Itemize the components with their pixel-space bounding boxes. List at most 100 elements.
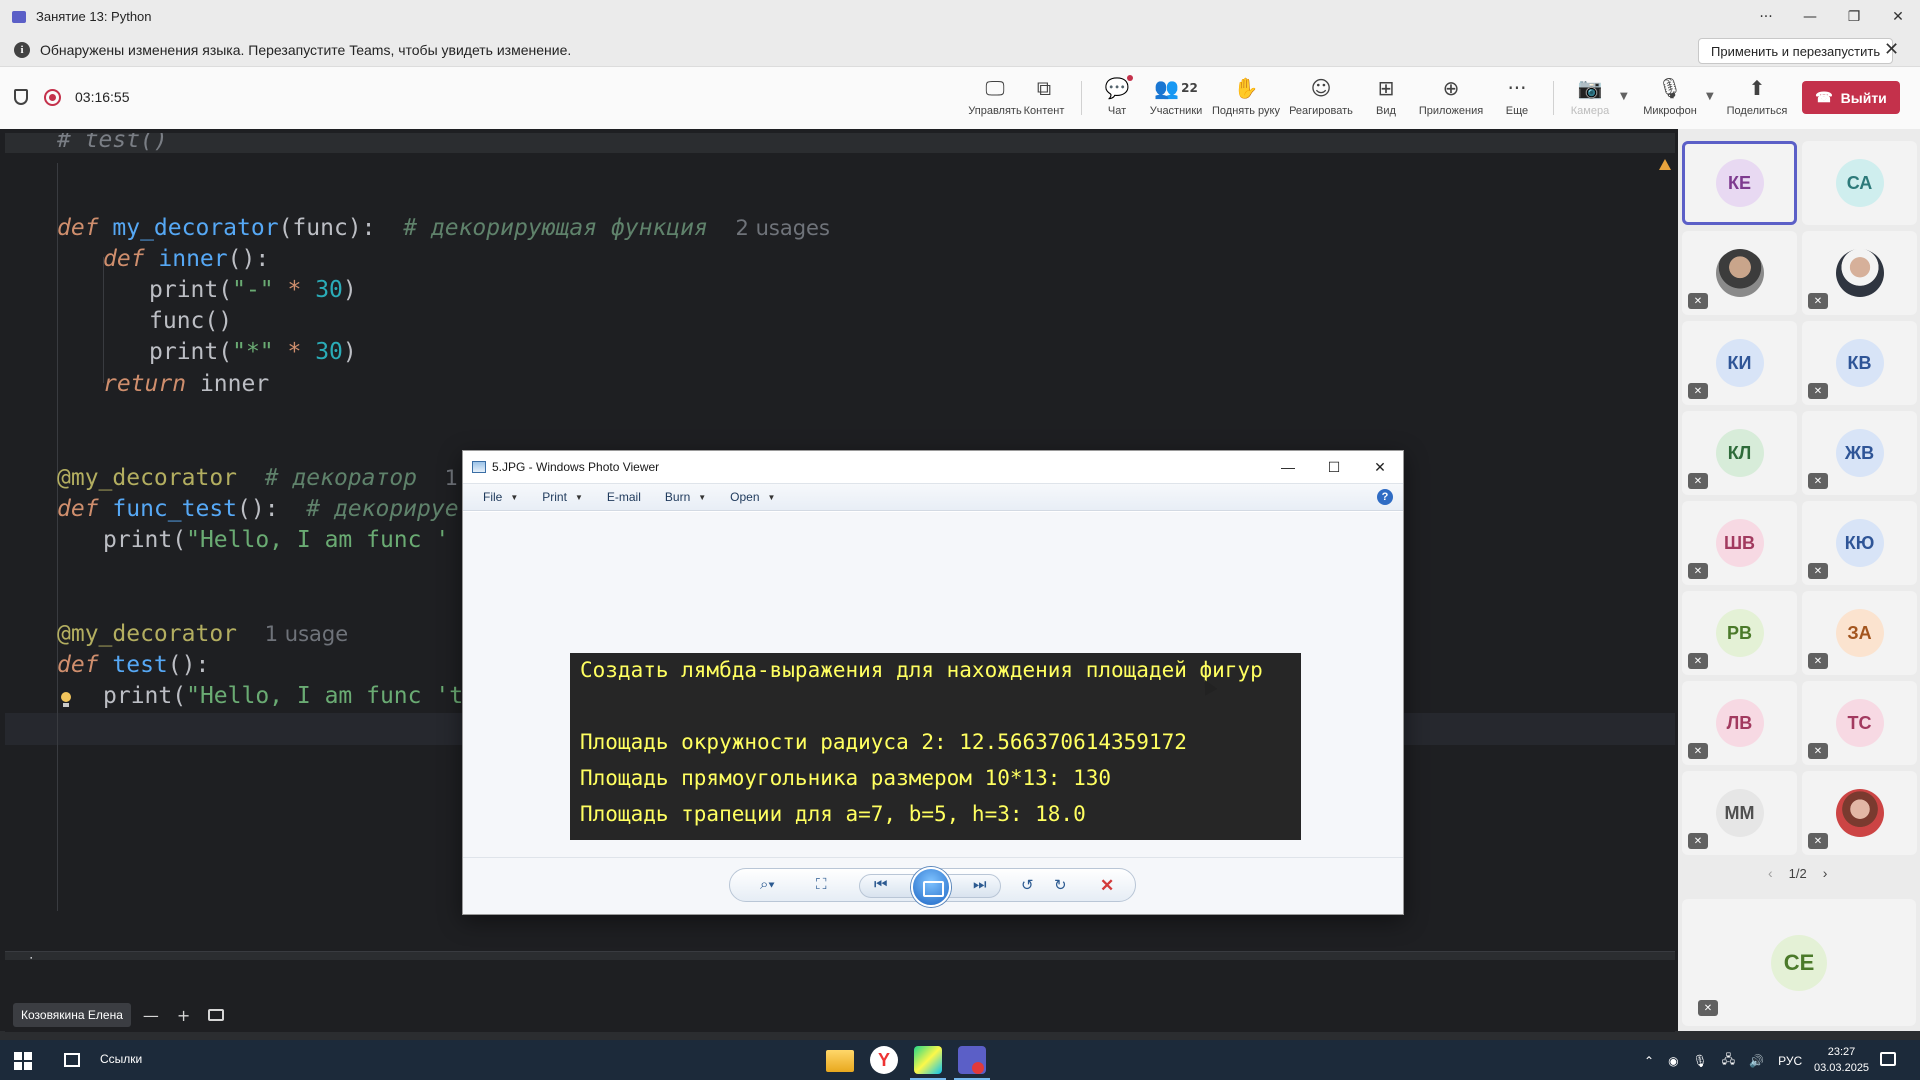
restore-button[interactable]: ❐: [1832, 0, 1876, 33]
camera-options-chevron-icon[interactable]: ▼: [1620, 91, 1628, 102]
content-button[interactable]: ⧉ Контент: [1009, 75, 1079, 117]
share-button[interactable]: ⬆ Поделиться: [1722, 75, 1792, 117]
window-controls: ··· — ❐ ✕: [1744, 0, 1920, 33]
menu-burn[interactable]: Burn ▼: [655, 490, 716, 504]
microphone-button[interactable]: 🎙 Микрофон: [1635, 75, 1705, 117]
menu-print[interactable]: Print ▼: [532, 490, 593, 504]
menu-open[interactable]: Open ▼: [720, 490, 785, 504]
avatar: ТС: [1835, 699, 1884, 747]
mic-muted-icon: ✕: [1808, 563, 1828, 579]
participant-tile[interactable]: ЖВ ✕: [1802, 411, 1917, 495]
participant-tile[interactable]: ЛВ ✕: [1682, 681, 1797, 765]
next-icon[interactable]: ⏭: [973, 876, 987, 893]
participant-tile[interactable]: КЛ ✕: [1682, 411, 1797, 495]
task-view-icon[interactable]: [64, 1053, 80, 1067]
tray-overflow-icon[interactable]: ⌃: [1644, 1054, 1654, 1068]
avatar: КЕ: [1715, 159, 1764, 207]
camera-tray-icon[interactable]: ◉: [1668, 1054, 1678, 1068]
fit-to-screen-icon[interactable]: [208, 1009, 225, 1021]
avatar: ЖВ: [1835, 429, 1884, 477]
participant-tile[interactable]: КЕ: [1682, 141, 1797, 225]
next-page-icon[interactable]: ›: [1823, 865, 1828, 881]
notice-text: Обнаружены изменения языка. Перезапустит…: [40, 41, 572, 58]
participant-tile[interactable]: ШВ ✕: [1682, 501, 1797, 585]
network-icon[interactable]: 🖧: [1722, 1050, 1735, 1071]
camera-button[interactable]: 📷 Камера: [1555, 75, 1625, 117]
close-tab-icon[interactable]: ✕: [52, 957, 59, 961]
menu-email[interactable]: E-mail: [597, 490, 651, 504]
unread-badge: [1127, 75, 1134, 81]
apply-restart-button[interactable]: Применить и перезапустить: [1698, 38, 1894, 64]
mic-tray-icon[interactable]: 🎙: [1693, 1054, 1708, 1068]
more-button[interactable]: ··· Еще: [1482, 75, 1552, 117]
volume-icon[interactable]: 🔊: [1749, 1054, 1764, 1068]
mic-muted-icon: ✕: [1688, 383, 1708, 399]
avatar: СА: [1835, 159, 1884, 207]
more-options-icon[interactable]: ···: [1744, 0, 1788, 33]
recording-icon: [44, 89, 61, 106]
close-icon[interactable]: ✕: [1357, 451, 1403, 483]
rotate-right-icon[interactable]: ↻: [1054, 876, 1067, 894]
code-line: @my_decorator # декоратор 1: [57, 465, 459, 491]
pycharm-icon[interactable]: [914, 1046, 942, 1074]
participant-tile[interactable]: РВ ✕: [1682, 591, 1797, 675]
apps-button[interactable]: ⊕ Приложения: [1416, 75, 1486, 117]
content-icon: ⧉: [1036, 76, 1052, 100]
close-notice-icon[interactable]: ✕: [1884, 39, 1899, 60]
participant-tile[interactable]: ТС ✕: [1802, 681, 1917, 765]
mic-options-chevron-icon[interactable]: ▼: [1706, 91, 1714, 102]
actual-size-icon[interactable]: ⛶: [816, 876, 827, 893]
console-line: Площадь окружности радиуса 2: 12.5663706…: [580, 730, 1187, 754]
delete-icon[interactable]: ✕: [1100, 876, 1114, 896]
photo-viewer-window-controls: — ☐ ✕: [1265, 451, 1403, 483]
minimize-icon[interactable]: —: [1265, 451, 1311, 483]
participant-tile[interactable]: КВ ✕: [1802, 321, 1917, 405]
usages-hint: 2 usages: [735, 216, 830, 240]
leave-button[interactable]: ☎ Выйти: [1802, 81, 1900, 114]
participant-tile[interactable]: КИ ✕: [1682, 321, 1797, 405]
raise-hand-button[interactable]: ✋ Поднять руку: [1211, 75, 1281, 117]
participant-tile[interactable]: ✕: [1682, 231, 1797, 315]
file-explorer-icon[interactable]: [826, 1050, 854, 1072]
participant-tile[interactable]: ММ ✕: [1682, 771, 1797, 855]
mic-muted-icon: ✕: [1688, 473, 1708, 489]
help-icon[interactable]: ?: [1377, 489, 1393, 505]
notifications-icon[interactable]: [1880, 1052, 1896, 1066]
mic-muted-icon: ✕: [1808, 383, 1828, 399]
maximize-icon[interactable]: ☐: [1311, 451, 1357, 483]
rotate-left-icon[interactable]: ↺: [1021, 876, 1034, 894]
menu-file[interactable]: File ▼: [473, 490, 528, 504]
language-indicator[interactable]: РУС: [1778, 1054, 1802, 1068]
close-window-button[interactable]: ✕: [1876, 0, 1920, 33]
code-line: def func_test(): # декорируе: [57, 496, 459, 522]
links-toolbar[interactable]: Ссылки: [100, 1052, 142, 1066]
windows-start-icon[interactable]: [14, 1052, 32, 1070]
avatar: КИ: [1715, 339, 1764, 387]
participants-button[interactable]: 👥 22 Участники: [1141, 75, 1211, 117]
previous-page-icon[interactable]: ‹: [1768, 865, 1773, 881]
console-line: Создать лямбда-выражения для нахождения …: [580, 658, 1263, 682]
recording-indicator-icon: [972, 1062, 984, 1074]
participant-tile[interactable]: ЗА ✕: [1802, 591, 1917, 675]
participant-tile[interactable]: КЮ ✕: [1802, 501, 1917, 585]
lightbulb-icon[interactable]: [60, 692, 72, 708]
view-button[interactable]: ⊞ Вид: [1351, 75, 1421, 117]
run-tab-main[interactable]: main: [7, 956, 42, 961]
self-video-tile[interactable]: СЕ ✕: [1682, 899, 1916, 1026]
clock[interactable]: 23:27 03.03.2025: [1814, 1044, 1869, 1076]
zoom-icon[interactable]: ⌕▾: [760, 876, 775, 893]
meeting-timer: 03:16:55: [75, 89, 130, 105]
participant-tile[interactable]: ✕: [1802, 771, 1917, 855]
react-button[interactable]: ☺ Реагировать: [1286, 75, 1356, 117]
slideshow-button[interactable]: [911, 867, 951, 907]
participant-tile[interactable]: ✕: [1802, 231, 1917, 315]
participant-tile[interactable]: СА: [1802, 141, 1917, 225]
zoom-in-icon[interactable]: +: [177, 1006, 190, 1025]
zoom-out-icon[interactable]: —: [143, 1006, 159, 1025]
page-indicator: 1/2: [1788, 865, 1807, 881]
previous-icon[interactable]: ⏮: [874, 876, 888, 893]
yandex-browser-icon[interactable]: [870, 1046, 898, 1074]
mic-muted-icon: ✕: [1808, 473, 1828, 489]
warning-icon[interactable]: [1659, 159, 1671, 170]
minimize-button[interactable]: —: [1788, 0, 1832, 33]
